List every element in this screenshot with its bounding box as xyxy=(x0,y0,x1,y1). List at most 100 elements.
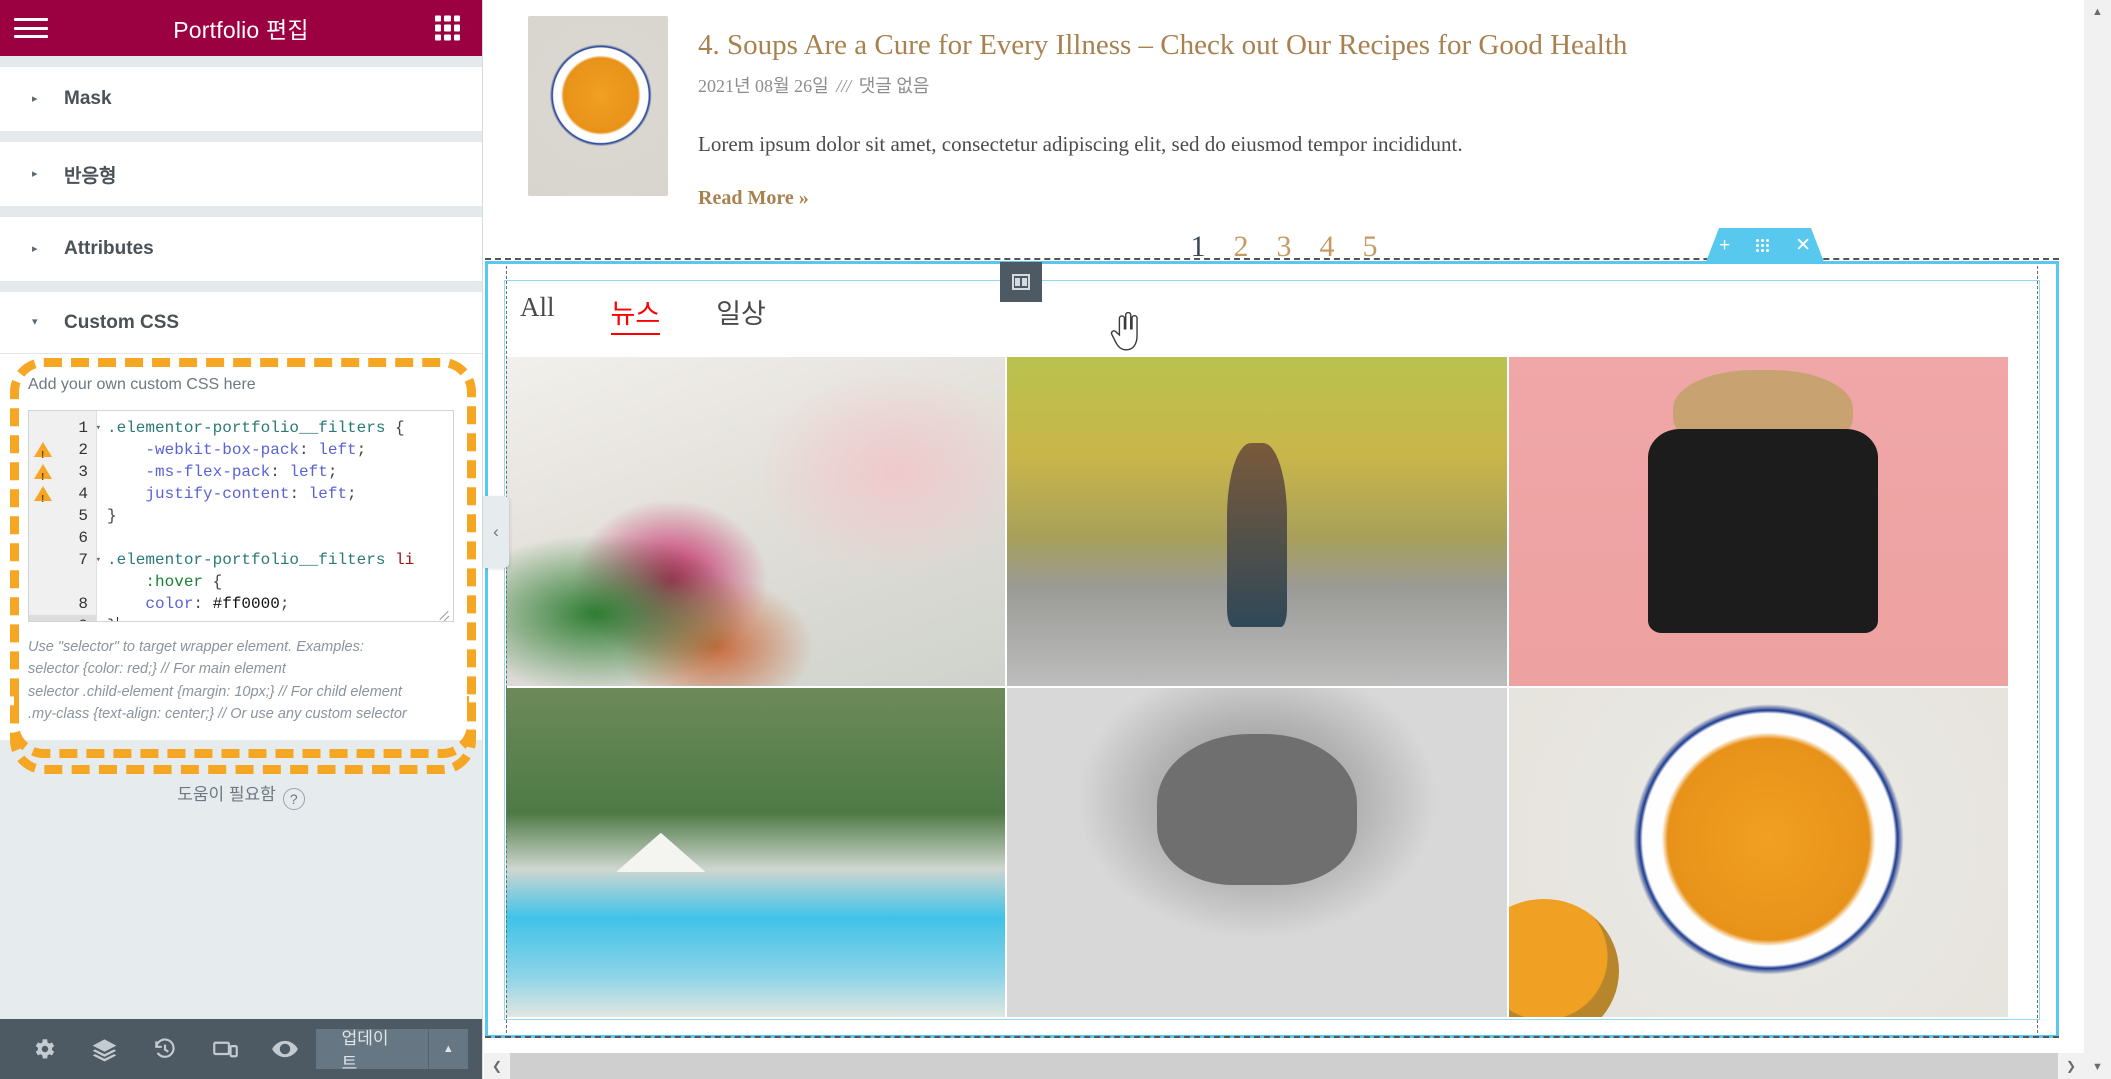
accordion-label: 반응형 xyxy=(64,165,117,187)
horizontal-scrollbar[interactable]: ❮ ❯ xyxy=(484,1053,2084,1079)
chevron-right-icon: ▸ xyxy=(32,92,38,105)
code-line[interactable]: } xyxy=(107,505,453,527)
history-revisions-icon[interactable] xyxy=(135,1019,195,1079)
close-x-icon[interactable]: ✕ xyxy=(1795,236,1811,255)
portfolio-filter-뉴스[interactable]: 뉴스 xyxy=(610,292,661,335)
chevron-down-icon: ▾ xyxy=(32,316,38,328)
preview-eye-icon[interactable] xyxy=(255,1019,315,1079)
plus-icon[interactable]: + xyxy=(1719,236,1730,255)
read-more-link[interactable]: Read More » xyxy=(698,187,809,210)
vertical-scroll-track[interactable] xyxy=(2084,24,2111,1055)
warning-triangle-icon[interactable] xyxy=(34,442,52,467)
layers-navigator-icon[interactable] xyxy=(74,1019,134,1079)
scroll-right-chevron-right-icon[interactable]: ❯ xyxy=(2058,1053,2084,1079)
accordion-label: Attributes xyxy=(64,238,154,259)
help-needed-block: 도움이 필요함? xyxy=(0,739,482,810)
elementor-editor-screen: Portfolio 편집 ▸ Mask ▸ 반응형 ▸ Attributes ▾… xyxy=(0,0,2111,1079)
scroll-down-chevron-down-icon[interactable]: ▼ xyxy=(2084,1055,2111,1079)
custom-css-body: Add your own custom CSS here 1▾ 2345 6 7▾ 8 9… xyxy=(0,354,482,740)
gutter-line xyxy=(29,571,96,593)
editor-gutter: 1▾ 2345 6 7▾ 8 9 xyxy=(29,411,101,621)
code-line[interactable]: } xyxy=(107,615,453,621)
chevron-right-icon: ▸ xyxy=(32,242,38,255)
portfolio-filter-일상[interactable]: 일상 xyxy=(716,292,766,335)
post-thumbnail[interactable] xyxy=(528,16,668,196)
horizontal-scroll-track[interactable] xyxy=(510,1053,2058,1079)
portfolio-filters: All 뉴스 일상 xyxy=(520,292,766,335)
warning-triangle-icon[interactable] xyxy=(34,464,52,489)
portfolio-filter-All[interactable]: All xyxy=(520,292,555,335)
update-button[interactable]: 업데이트 xyxy=(315,1029,428,1073)
panel-collapse-chevron-left-icon[interactable]: ‹ xyxy=(483,496,509,568)
accordion-attributes[interactable]: ▸ Attributes xyxy=(0,217,482,281)
accordion-mask[interactable]: ▸ Mask xyxy=(0,67,482,131)
gutter-line: 1 ▾ xyxy=(78,419,101,437)
vertical-scrollbar[interactable]: ▲ ▼ xyxy=(2084,0,2111,1079)
portfolio-widget-outline xyxy=(504,280,2040,1020)
code-fold-chevron-down-icon[interactable]: ▾ xyxy=(96,417,101,439)
chevron-right-icon: ▸ xyxy=(32,167,38,180)
warning-triangle-icon[interactable] xyxy=(34,486,52,511)
settings-gear-icon[interactable] xyxy=(14,1019,74,1079)
scroll-left-chevron-left-icon[interactable]: ❮ xyxy=(484,1053,510,1079)
column-handle-icon[interactable] xyxy=(1000,262,1042,302)
divider xyxy=(0,56,482,67)
code-line[interactable] xyxy=(107,527,453,549)
custom-css-help-text: Use "selector" to target wrapper element… xyxy=(28,639,407,723)
code-line[interactable]: color: #ff0000; xyxy=(107,593,453,615)
grid-apps-icon[interactable] xyxy=(435,15,460,41)
editor-resize-grip[interactable] xyxy=(437,606,451,620)
panel-header: Portfolio 편집 xyxy=(0,0,482,56)
section-dashed-bottom xyxy=(485,1036,2059,1038)
page-title: Portfolio 편집 xyxy=(173,17,309,43)
soup-bowl-image xyxy=(528,16,668,196)
code-line[interactable]: .elementor-portfolio__filters { xyxy=(107,417,453,439)
gutter-line: 5 xyxy=(78,507,88,525)
help-needed-label: 도움이 필요함 xyxy=(177,784,276,804)
divider xyxy=(0,131,482,142)
post-excerpt: Lorem ipsum dolor sit amet, consectetur … xyxy=(698,131,1463,156)
preview-canvas: 4. Soups Are a Cure for Every Illness – … xyxy=(484,0,2084,1079)
gutter-line: 6 xyxy=(78,529,88,547)
code-line[interactable]: -ms-flex-pack: left; xyxy=(107,461,453,483)
custom-css-code-editor[interactable]: 1▾ 2345 6 7▾ 8 9 .elementor-portfolio__filter… xyxy=(28,410,454,622)
question-mark-icon[interactable]: ? xyxy=(282,787,305,810)
custom-css-field-hint: Add your own custom CSS here xyxy=(28,376,256,393)
drag-dots-icon[interactable] xyxy=(1756,238,1770,252)
divider xyxy=(0,206,482,217)
elementor-left-panel: Portfolio 편집 ▸ Mask ▸ 반응형 ▸ Attributes ▾… xyxy=(0,0,483,1079)
post-date: 2021년 08월 26일 xyxy=(698,75,829,96)
gutter-line: 8 xyxy=(78,595,88,613)
update-button-group: 업데이트 ▲ xyxy=(315,1029,468,1073)
code-line[interactable]: .elementor-portfolio__filters li xyxy=(107,549,453,571)
meta-separator: /// xyxy=(836,75,852,96)
accordion-label: Mask xyxy=(64,88,112,109)
gutter-line: 4 xyxy=(29,483,96,511)
post-title[interactable]: 4. Soups Are a Cure for Every Illness – … xyxy=(698,28,2060,63)
post-item: 4. Soups Are a Cure for Every Illness – … xyxy=(484,0,2084,210)
accordion-custom-css[interactable]: ▾ Custom CSS xyxy=(0,292,482,354)
code-line[interactable]: :hover { xyxy=(107,571,453,593)
panel-body: ▸ Mask ▸ 반응형 ▸ Attributes ▾ Custom CSS A… xyxy=(0,56,482,1019)
editor-code-area[interactable]: .elementor-portfolio__filters { -webkit-… xyxy=(97,411,453,621)
text-caret xyxy=(116,617,118,621)
gutter-line: 9 xyxy=(29,615,96,621)
gutter-line: 3 xyxy=(29,461,96,489)
hamburger-icon[interactable] xyxy=(14,15,48,41)
post-body: 4. Soups Are a Cure for Every Illness – … xyxy=(698,16,2060,210)
responsive-mode-icon[interactable] xyxy=(195,1019,255,1079)
update-options-chevron-up-icon[interactable]: ▲ xyxy=(427,1029,468,1069)
accordion-responsive[interactable]: ▸ 반응형 xyxy=(0,142,482,206)
post-comments: 댓글 없음 xyxy=(858,75,930,96)
section-toolbar: + ✕ xyxy=(1706,228,1824,262)
code-line[interactable]: justify-content: left; xyxy=(107,483,453,505)
gutter-line: 2 xyxy=(29,439,96,467)
scroll-up-chevron-up-icon[interactable]: ▲ xyxy=(2084,0,2111,24)
custom-css-section: ▾ Custom CSS Add your own custom CSS her… xyxy=(0,292,482,740)
divider xyxy=(0,281,482,292)
code-fold-chevron-down-icon[interactable]: ▾ xyxy=(96,549,101,571)
post-meta: 2021년 08월 26일 /// 댓글 없음 xyxy=(698,72,2060,98)
code-line[interactable]: -webkit-box-pack: left; xyxy=(107,439,453,461)
gutter-line: 7 ▾ xyxy=(78,551,101,569)
accordion-label: Custom CSS xyxy=(64,311,180,333)
